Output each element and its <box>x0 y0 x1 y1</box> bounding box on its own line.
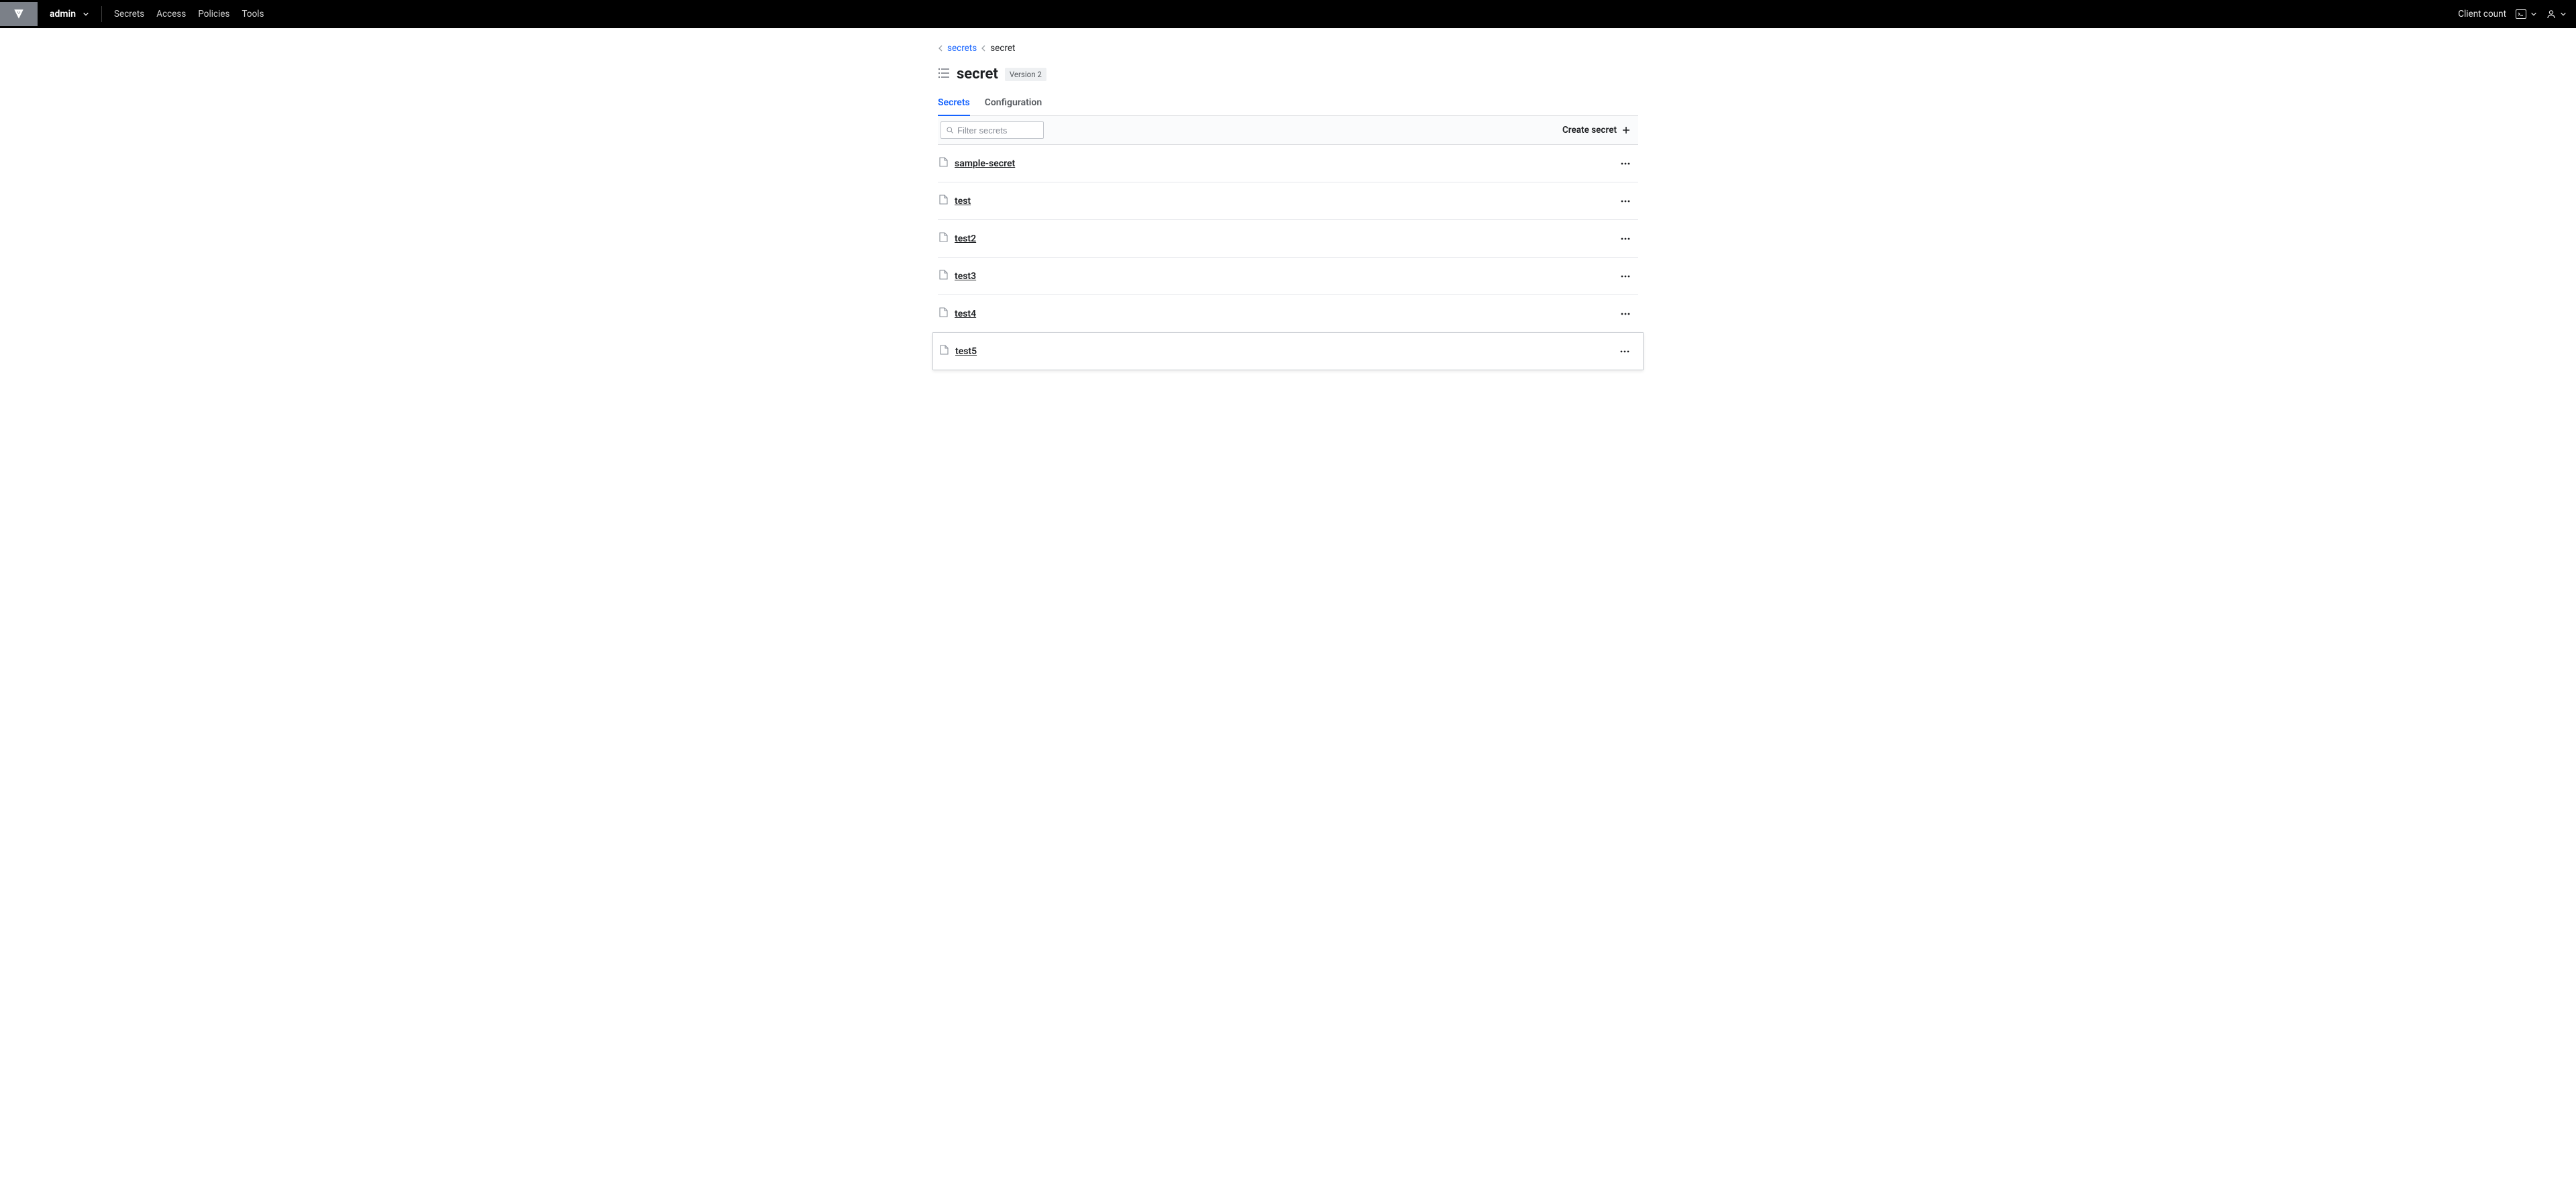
secret-link[interactable]: test4 <box>955 309 976 319</box>
file-icon <box>940 345 949 358</box>
list-icon <box>938 68 950 81</box>
secret-row: test4 <box>938 295 1638 332</box>
page-title: secret <box>957 66 998 83</box>
file-icon <box>939 195 948 207</box>
secret-row: sample-secret <box>938 145 1638 182</box>
secret-row: test <box>938 182 1638 220</box>
terminal-icon <box>2516 9 2526 19</box>
logo[interactable] <box>0 2 38 26</box>
top-nav: admin Secrets Access Policies Tools Clie… <box>0 0 2576 28</box>
toolbar: Create secret <box>938 116 1638 145</box>
more-horizontal-icon <box>1621 237 1630 240</box>
console-menu[interactable] <box>2516 9 2537 19</box>
vault-logo-icon <box>13 8 25 20</box>
client-count-link[interactable]: Client count <box>2458 9 2506 19</box>
file-icon <box>939 157 948 170</box>
version-badge: Version 2 <box>1005 68 1046 81</box>
filter-wrap <box>941 121 1044 139</box>
secret-link[interactable]: test3 <box>955 271 976 282</box>
secret-row: test3 <box>938 258 1638 295</box>
file-icon <box>939 307 948 320</box>
more-horizontal-icon <box>1621 275 1630 278</box>
main-container: secrets secret secret Version 2 Secrets … <box>938 28 1638 370</box>
nav-links: Secrets Access Policies Tools <box>114 9 264 19</box>
nav-link-access[interactable]: Access <box>156 9 186 19</box>
user-icon <box>2546 9 2556 19</box>
nav-link-secrets[interactable]: Secrets <box>114 9 144 19</box>
chevron-down-icon <box>2530 11 2537 17</box>
file-icon <box>939 232 948 245</box>
nav-link-policies[interactable]: Policies <box>198 9 229 19</box>
file-icon <box>939 270 948 282</box>
breadcrumb: secrets secret <box>938 43 1638 54</box>
secret-row: test5 <box>932 332 1644 370</box>
tabs: Secrets Configuration <box>938 92 1638 116</box>
secret-link[interactable]: test <box>955 196 971 207</box>
secret-link[interactable]: sample-secret <box>955 158 1015 169</box>
secret-list: sample-secret test test2 <box>938 145 1638 370</box>
breadcrumb-current: secret <box>990 43 1015 54</box>
page-header: secret Version 2 <box>938 66 1638 83</box>
nav-link-tools[interactable]: Tools <box>241 9 264 19</box>
chevron-left-icon <box>981 45 986 52</box>
more-horizontal-icon <box>1621 200 1630 203</box>
create-secret-button[interactable]: Create secret <box>1562 125 1630 136</box>
plus-icon <box>1622 126 1630 134</box>
user-menu[interactable] <box>2546 9 2567 19</box>
row-menu-button[interactable] <box>1618 197 1633 205</box>
search-icon <box>946 126 954 134</box>
chevron-left-icon <box>938 45 943 52</box>
create-secret-label: Create secret <box>1562 125 1617 136</box>
row-menu-button[interactable] <box>1618 272 1633 280</box>
secret-link[interactable]: test2 <box>955 233 976 244</box>
row-menu-button[interactable] <box>1617 347 1632 356</box>
namespace-label: admin <box>50 9 76 19</box>
chevron-down-icon <box>83 11 89 17</box>
more-horizontal-icon <box>1621 162 1630 165</box>
row-menu-button[interactable] <box>1618 310 1633 318</box>
chevron-down-icon <box>2560 11 2567 17</box>
tab-secrets[interactable]: Secrets <box>938 92 970 116</box>
more-horizontal-icon <box>1620 350 1629 353</box>
client-count-label: Client count <box>2458 9 2506 19</box>
row-menu-button[interactable] <box>1618 235 1633 243</box>
nav-right: Client count <box>2458 9 2567 19</box>
breadcrumb-parent[interactable]: secrets <box>947 43 977 54</box>
filter-input[interactable] <box>941 121 1044 139</box>
secret-row: test2 <box>938 220 1638 258</box>
namespace-switcher[interactable]: admin <box>50 6 102 22</box>
row-menu-button[interactable] <box>1618 160 1633 168</box>
secret-link[interactable]: test5 <box>955 346 977 357</box>
more-horizontal-icon <box>1621 313 1630 315</box>
tab-configuration[interactable]: Configuration <box>985 92 1042 116</box>
